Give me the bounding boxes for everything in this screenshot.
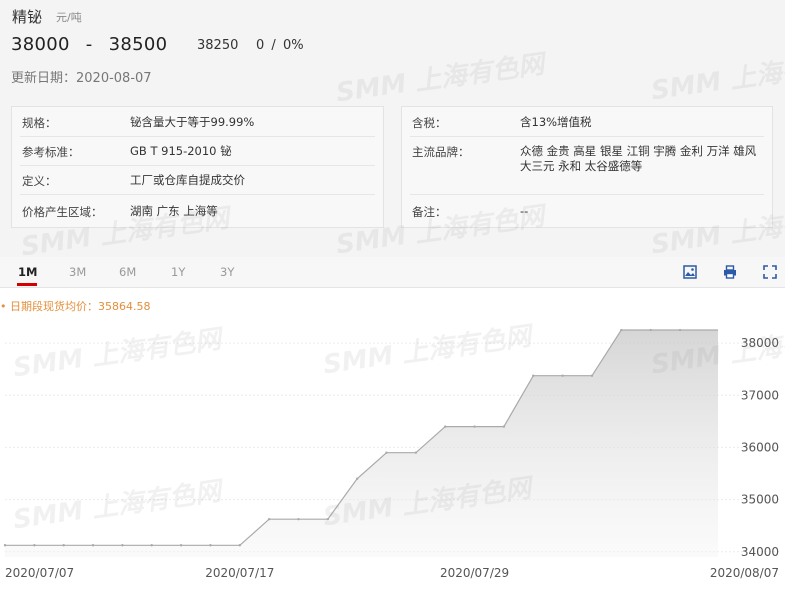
info-row: 参考标准： GB T 915-2010 铋 (20, 136, 375, 166)
price-point (150, 544, 153, 547)
info-key: 参考标准： (22, 145, 80, 159)
info-value: 工厂或仓库自提成交价 (130, 173, 245, 187)
price-point (179, 544, 183, 547)
price-point (3, 544, 7, 547)
price-point (121, 544, 124, 547)
price-point (620, 328, 623, 332)
info-row: 定义： 工厂或仓库自提成交价 (20, 165, 375, 195)
price-point (502, 425, 506, 428)
price-point (297, 517, 300, 521)
price-chart: 3400035000360003700038000 2020/07/07 2020… (3, 328, 780, 580)
product-title: 精铋 (12, 8, 43, 26)
price-area-fill (5, 330, 718, 557)
price-point (649, 328, 652, 332)
chart-panel: 1M 3M 6M 1Y 3Y • 日期段现货均价：35864.58 34000 … (0, 257, 785, 589)
info-key: 价格产生区域： (22, 205, 103, 219)
y-tick-label: 34000 (741, 545, 779, 559)
info-value: 湖南 广东 上海等 (130, 204, 218, 218)
price-point (590, 374, 594, 377)
update-date-value: 2020-08-07 (76, 71, 152, 86)
price-point (238, 544, 241, 547)
price-change-sep: / (271, 38, 276, 53)
info-row: 规格： 铋含量大于等于99.99% (20, 107, 375, 137)
info-row: 价格产生区域： 湖南 广东 上海等 (20, 194, 375, 227)
product-unit: 元/吨 (56, 11, 82, 24)
info-value: 众德 金贵 高星 银星 江铜 宇腾 金利 万洋 雄风 大三元 永和 太谷盛德等 (520, 144, 757, 173)
price-change: 0 / 0% (256, 38, 304, 53)
y-tick-label: 36000 (741, 440, 779, 454)
info-table-right: 含税： 含13%增值税 主流品牌： 众德 金贵 高星 银星 江铜 宇腾 金利 万… (401, 106, 773, 228)
info-row: 主流品牌： 众德 金贵 高星 银星 江铜 宇腾 金利 万洋 雄风 大三元 永和 … (410, 136, 764, 195)
y-tick-label: 37000 (741, 388, 779, 402)
price-point (444, 425, 447, 428)
price-header-section: 精铋 元/吨 38000 - 38500 38250 0 / 0% 更新日期：2… (0, 0, 785, 240)
price-point (91, 544, 95, 547)
price-range-sep: - (85, 34, 93, 55)
info-table-left: 规格： 铋含量大于等于99.99% 参考标准： GB T 915-2010 铋 … (11, 106, 384, 228)
average-price: 38250 (197, 38, 239, 53)
x-tick-label: 2020/08/07 (710, 566, 779, 580)
info-key: 主流品牌： (412, 145, 470, 159)
price-point (209, 544, 212, 547)
x-tick-label: 2020/07/07 (5, 566, 74, 580)
price-change-value: 0 (256, 38, 265, 53)
price-point (414, 451, 418, 454)
x-tick-label: 2020/07/17 (205, 566, 274, 580)
price-point (678, 328, 682, 332)
x-axis-ticks: 2020/07/07 2020/07/17 2020/07/29 2020/08/07 (5, 566, 779, 580)
price-point (532, 374, 535, 377)
y-axis-ticks: 34000 35000 36000 37000 38000 (741, 336, 779, 559)
info-key: 定义： (22, 174, 57, 188)
info-key: 含税： (412, 116, 447, 130)
price-range-low: 38000 (11, 34, 70, 55)
price-point (267, 517, 271, 521)
info-value: 含13%增值税 (520, 115, 592, 129)
price-range: 38000 - 38500 (11, 34, 167, 55)
price-point (385, 451, 388, 454)
price-point (33, 544, 36, 547)
price-point (326, 517, 330, 521)
update-date: 更新日期：2020-08-07 (11, 67, 152, 86)
info-key: 备注： (412, 205, 447, 219)
info-row: 备注： -- (410, 194, 764, 227)
price-point (473, 425, 476, 428)
info-value: -- (520, 204, 529, 218)
price-point (561, 374, 564, 377)
info-key: 规格： (22, 116, 57, 130)
info-value: 铋含量大于等于99.99% (130, 115, 255, 129)
y-tick-label: 35000 (741, 493, 779, 507)
price-point (62, 544, 65, 547)
info-value: GB T 915-2010 铋 (130, 144, 232, 158)
price-change-pct: 0% (282, 38, 304, 53)
update-date-label: 更新日期： (11, 71, 77, 86)
x-tick-label: 2020/07/29 (440, 566, 509, 580)
price-point (355, 477, 359, 480)
price-range-high: 38500 (108, 34, 168, 55)
info-row: 含税： 含13%增值税 (410, 107, 764, 137)
y-tick-label: 38000 (741, 336, 779, 350)
